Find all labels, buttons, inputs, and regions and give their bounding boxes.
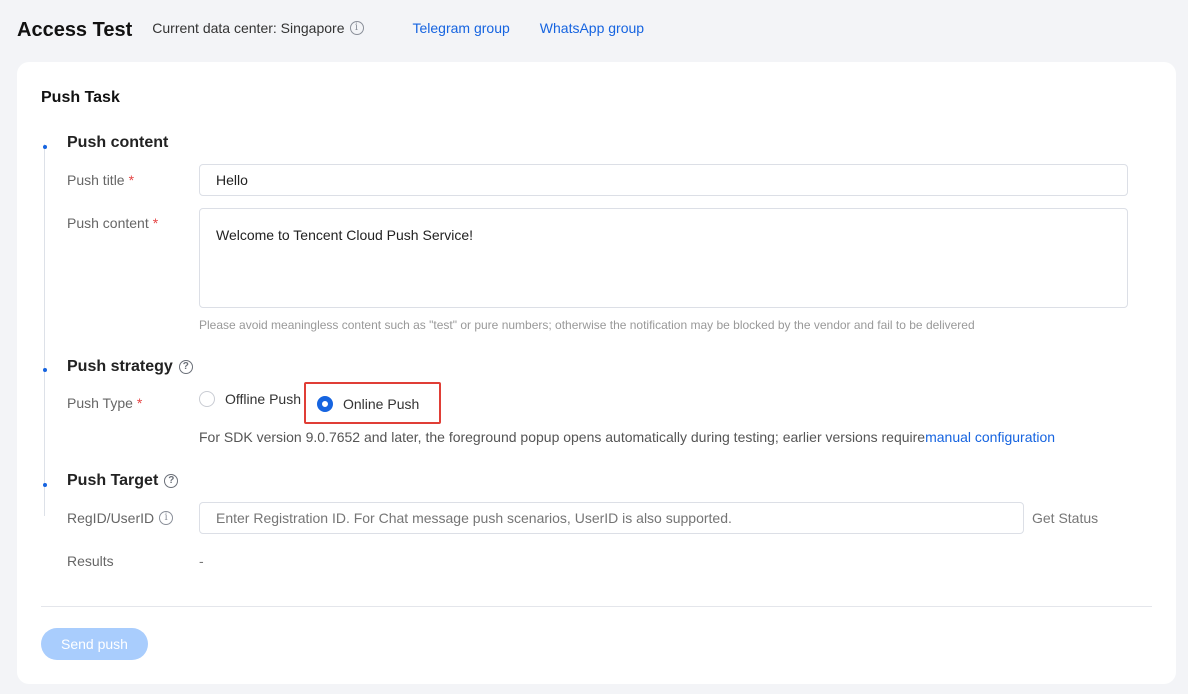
sdk-note: For SDK version 9.0.7652 and later, the … — [199, 429, 1055, 445]
section-push-target: Push Target ? — [67, 472, 179, 490]
timeline-dot — [43, 368, 47, 372]
push-title-input[interactable] — [199, 164, 1128, 196]
results-value: - — [199, 553, 204, 569]
info-icon[interactable]: i — [349, 21, 364, 35]
section-push-strategy: Push strategy ? — [67, 358, 193, 376]
section-title: Push strategy — [67, 358, 173, 375]
label-text: Results — [67, 553, 114, 569]
radio-button[interactable] — [317, 396, 333, 412]
content-hint: Please avoid meaningless content such as… — [199, 318, 975, 332]
label-text: Push Type — [67, 395, 133, 411]
required-asterisk: * — [128, 172, 135, 188]
manual-configuration-link[interactable]: manual configuration — [925, 429, 1055, 445]
divider — [41, 606, 1152, 607]
info-icon[interactable]: i — [159, 511, 174, 525]
label-text: Push content — [67, 215, 149, 231]
timeline-line — [44, 144, 45, 516]
required-asterisk: * — [136, 395, 143, 411]
regid-input[interactable] — [199, 502, 1024, 534]
radio-online-push[interactable]: Online Push — [317, 396, 419, 412]
get-status-button[interactable]: Get Status — [1032, 510, 1098, 526]
whatsapp-group-link[interactable]: WhatsApp group — [540, 20, 644, 36]
note-text: For SDK version 9.0.7652 and later, the … — [199, 429, 926, 445]
section-title: Push content — [67, 134, 169, 151]
push-type-label: Push Type * — [67, 395, 142, 411]
timeline-dot — [43, 483, 47, 487]
send-push-button[interactable]: Send push — [41, 628, 148, 660]
data-center-label: Current data center: Singapore — [152, 20, 345, 36]
telegram-group-link[interactable]: Telegram group — [413, 20, 510, 36]
push-title-label: Push title * — [67, 172, 134, 188]
data-center-info: Current data center: Singapore i — [152, 20, 364, 36]
page-title: Access Test — [17, 18, 133, 41]
regid-label: RegID/UserID i — [67, 510, 174, 526]
help-icon[interactable]: ? — [164, 474, 179, 488]
label-text: RegID/UserID — [67, 510, 155, 526]
help-icon[interactable]: ? — [178, 360, 193, 374]
radio-label: Online Push — [343, 396, 420, 412]
section-push-content: Push content — [67, 134, 168, 152]
timeline-dot — [43, 145, 47, 149]
top-bar: Access Test Current data center: Singapo… — [17, 0, 1188, 56]
push-type-radio-group: Offline Push — [199, 391, 301, 407]
section-title: Push Target — [67, 472, 159, 489]
radio-button[interactable] — [199, 391, 215, 407]
results-label: Results — [67, 553, 114, 569]
push-content-textarea[interactable]: Welcome to Tencent Cloud Push Service! — [199, 208, 1128, 308]
push-task-card: Push Task Push content Push title* Push … — [17, 62, 1176, 684]
push-content-label: Push content * — [67, 215, 158, 231]
label-text: Push title — [67, 172, 125, 188]
required-asterisk: * — [152, 215, 159, 231]
card-title: Push Task — [41, 89, 120, 106]
radio-label: Offline Push — [225, 391, 302, 407]
radio-offline-push[interactable]: Offline Push — [199, 391, 301, 407]
